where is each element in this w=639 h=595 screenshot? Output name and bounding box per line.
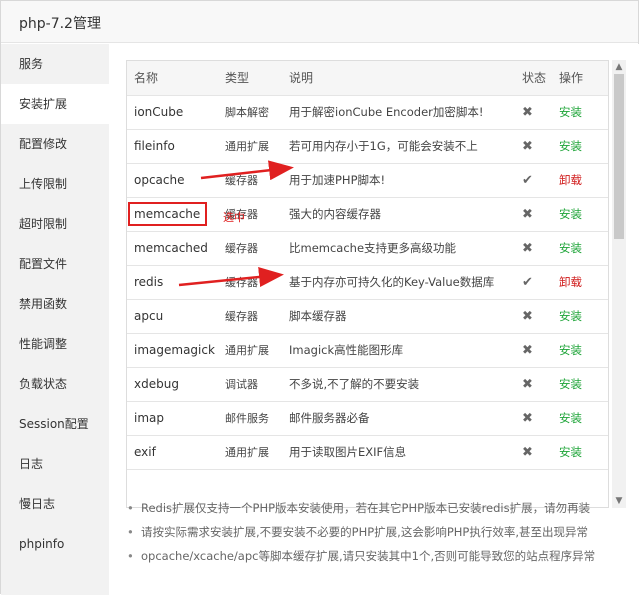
header-status: 状态 [518, 61, 556, 96]
uninstall-button[interactable]: 卸载 [559, 173, 582, 187]
extension-description: 若可用内存小于1G，可能会安装不上 [285, 129, 518, 164]
php-manager-window: php-7.2管理 服务 安装扩展 配置修改 上传限制 超时限制 配置文件 禁用… [0, 0, 639, 595]
header-name: 名称 [127, 61, 221, 96]
extension-type: 通用扩展 [221, 129, 285, 164]
status-not-installed-icon: ✖ [518, 95, 556, 130]
status-not-installed-icon: ✖ [518, 333, 556, 368]
note-item: 请按实际需求安装扩展,不要安装不必要的PHP扩展,这会影响PHP执行效率,甚至出… [123, 520, 633, 544]
extension-table-container[interactable]: 名称 类型 说明 状态 操作 ionCube 脚本解密 用于解密ionCube … [126, 60, 609, 508]
note-item: opcache/xcache/apc等脚本缓存扩展,请只安装其中1个,否则可能导… [123, 544, 633, 568]
extension-type: 缓存器 [221, 231, 285, 266]
sidebar-item-install-extension[interactable]: 安装扩展 [1, 84, 109, 124]
header-type: 类型 [221, 61, 285, 96]
table-row: xdebug 调试器 不多说,不了解的不要安装 ✖ 安装 [127, 367, 608, 402]
extension-name: redis [127, 265, 221, 300]
sidebar-item-upload-limit[interactable]: 上传限制 [1, 164, 109, 204]
extension-table: 名称 类型 说明 状态 操作 ionCube 脚本解密 用于解密ionCube … [127, 61, 608, 470]
sidebar-item-phpinfo[interactable]: phpinfo [1, 524, 109, 564]
extension-description: Imagick高性能图形库 [285, 333, 518, 368]
extension-name: opcache [127, 163, 221, 198]
sidebar-item-service[interactable]: 服务 [1, 44, 109, 84]
status-not-installed-icon: ✖ [518, 367, 556, 402]
extension-name: memcached [127, 231, 221, 266]
table-row: imagemagick 通用扩展 Imagick高性能图形库 ✖ 安装 [127, 333, 608, 368]
install-button[interactable]: 安装 [559, 241, 582, 255]
sidebar-item-session-config[interactable]: Session配置 [1, 404, 109, 444]
status-installed-icon: ✔ [518, 265, 556, 300]
table-row: exif 通用扩展 用于读取图片EXIF信息 ✖ 安装 [127, 435, 608, 470]
status-not-installed-icon: ✖ [518, 435, 556, 470]
status-not-installed-icon: ✖ [518, 401, 556, 436]
extension-type: 脚本解密 [221, 95, 285, 130]
notes-list: Redis扩展仅支持一个PHP版本安装使用，若在其它PHP版本已安装redis扩… [123, 496, 633, 568]
extension-name: imagemagick [127, 333, 221, 368]
main-content: 名称 类型 说明 状态 操作 ionCube 脚本解密 用于解密ionCube … [109, 44, 639, 595]
uninstall-button[interactable]: 卸载 [559, 275, 582, 289]
window-title: php-7.2管理 [19, 16, 101, 32]
extension-description: 比memcache支持更多高级功能 [285, 231, 518, 266]
extension-description: 脚本缓存器 [285, 299, 518, 334]
table-row: opcache 缓存器 用于加速PHP脚本! ✔ 卸载 [127, 163, 608, 198]
header-description: 说明 [285, 61, 518, 96]
scroll-up-arrow-icon[interactable]: ▲ [614, 62, 624, 72]
annotation-label: 选中 [223, 211, 245, 224]
install-button[interactable]: 安装 [559, 105, 582, 119]
extension-type: 缓存器 [221, 299, 285, 334]
extension-description: 用于加速PHP脚本! [285, 163, 518, 198]
extension-description: 用于读取图片EXIF信息 [285, 435, 518, 470]
install-button[interactable]: 安装 [559, 309, 582, 323]
extension-name: fileinfo [127, 129, 221, 164]
sidebar-item-config-modify[interactable]: 配置修改 [1, 124, 109, 164]
note-item: Redis扩展仅支持一个PHP版本安装使用，若在其它PHP版本已安装redis扩… [123, 496, 633, 520]
table-row: apcu 缓存器 脚本缓存器 ✖ 安装 [127, 299, 608, 334]
extension-type: 缓存器 [221, 265, 285, 300]
extension-name: apcu [127, 299, 221, 334]
extension-name: xdebug [127, 367, 221, 402]
status-not-installed-icon: ✖ [518, 129, 556, 164]
sidebar-item-timeout-limit[interactable]: 超时限制 [1, 204, 109, 244]
sidebar-item-slow-log[interactable]: 慢日志 [1, 484, 109, 524]
status-not-installed-icon: ✖ [518, 299, 556, 334]
sidebar-item-disabled-functions[interactable]: 禁用函数 [1, 284, 109, 324]
header-operation: 操作 [556, 61, 608, 96]
status-not-installed-icon: ✖ [518, 197, 556, 232]
extension-description: 不多说,不了解的不要安装 [285, 367, 518, 402]
table-scrollbar[interactable]: ▲ ▼ [612, 60, 626, 508]
table-row: imap 邮件服务 邮件服务器必备 ✖ 安装 [127, 401, 608, 436]
table-header-row: 名称 类型 说明 状态 操作 [127, 61, 608, 96]
extension-type: 通用扩展 [221, 435, 285, 470]
install-button[interactable]: 安装 [559, 343, 582, 357]
extension-description: 邮件服务器必备 [285, 401, 518, 436]
table-row: memcached 缓存器 比memcache支持更多高级功能 ✖ 安装 [127, 231, 608, 266]
table-row: fileinfo 通用扩展 若可用内存小于1G，可能会安装不上 ✖ 安装 [127, 129, 608, 164]
status-not-installed-icon: ✖ [518, 231, 556, 266]
extension-name: imap [127, 401, 221, 436]
sidebar-item-performance[interactable]: 性能调整 [1, 324, 109, 364]
annotation-highlight-box [128, 202, 207, 226]
extension-name: ionCube [127, 95, 221, 130]
extension-type: 调试器 [221, 367, 285, 402]
extension-type: 邮件服务 [221, 401, 285, 436]
extension-type: 通用扩展 [221, 333, 285, 368]
install-button[interactable]: 安装 [559, 207, 582, 221]
extension-description: 基于内存亦可持久化的Key-Value数据库 [285, 265, 518, 300]
extension-description: 强大的内容缓存器 [285, 197, 518, 232]
sidebar: 服务 安装扩展 配置修改 上传限制 超时限制 配置文件 禁用函数 性能调整 负载… [1, 44, 109, 595]
sidebar-item-log[interactable]: 日志 [1, 444, 109, 484]
status-installed-icon: ✔ [518, 163, 556, 198]
install-button[interactable]: 安装 [559, 411, 582, 425]
title-bar: php-7.2管理 [1, 1, 638, 43]
install-button[interactable]: 安装 [559, 377, 582, 391]
sidebar-item-load-status[interactable]: 负载状态 [1, 364, 109, 404]
scroll-thumb[interactable] [614, 74, 624, 239]
table-row: redis 缓存器 基于内存亦可持久化的Key-Value数据库 ✔ 卸载 [127, 265, 608, 300]
extension-name: exif [127, 435, 221, 470]
install-button[interactable]: 安装 [559, 139, 582, 153]
extension-type: 缓存器 [221, 163, 285, 198]
install-button[interactable]: 安装 [559, 445, 582, 459]
sidebar-item-config-file[interactable]: 配置文件 [1, 244, 109, 284]
extension-description: 用于解密ionCube Encoder加密脚本! [285, 95, 518, 130]
table-row: ionCube 脚本解密 用于解密ionCube Encoder加密脚本! ✖ … [127, 95, 608, 130]
